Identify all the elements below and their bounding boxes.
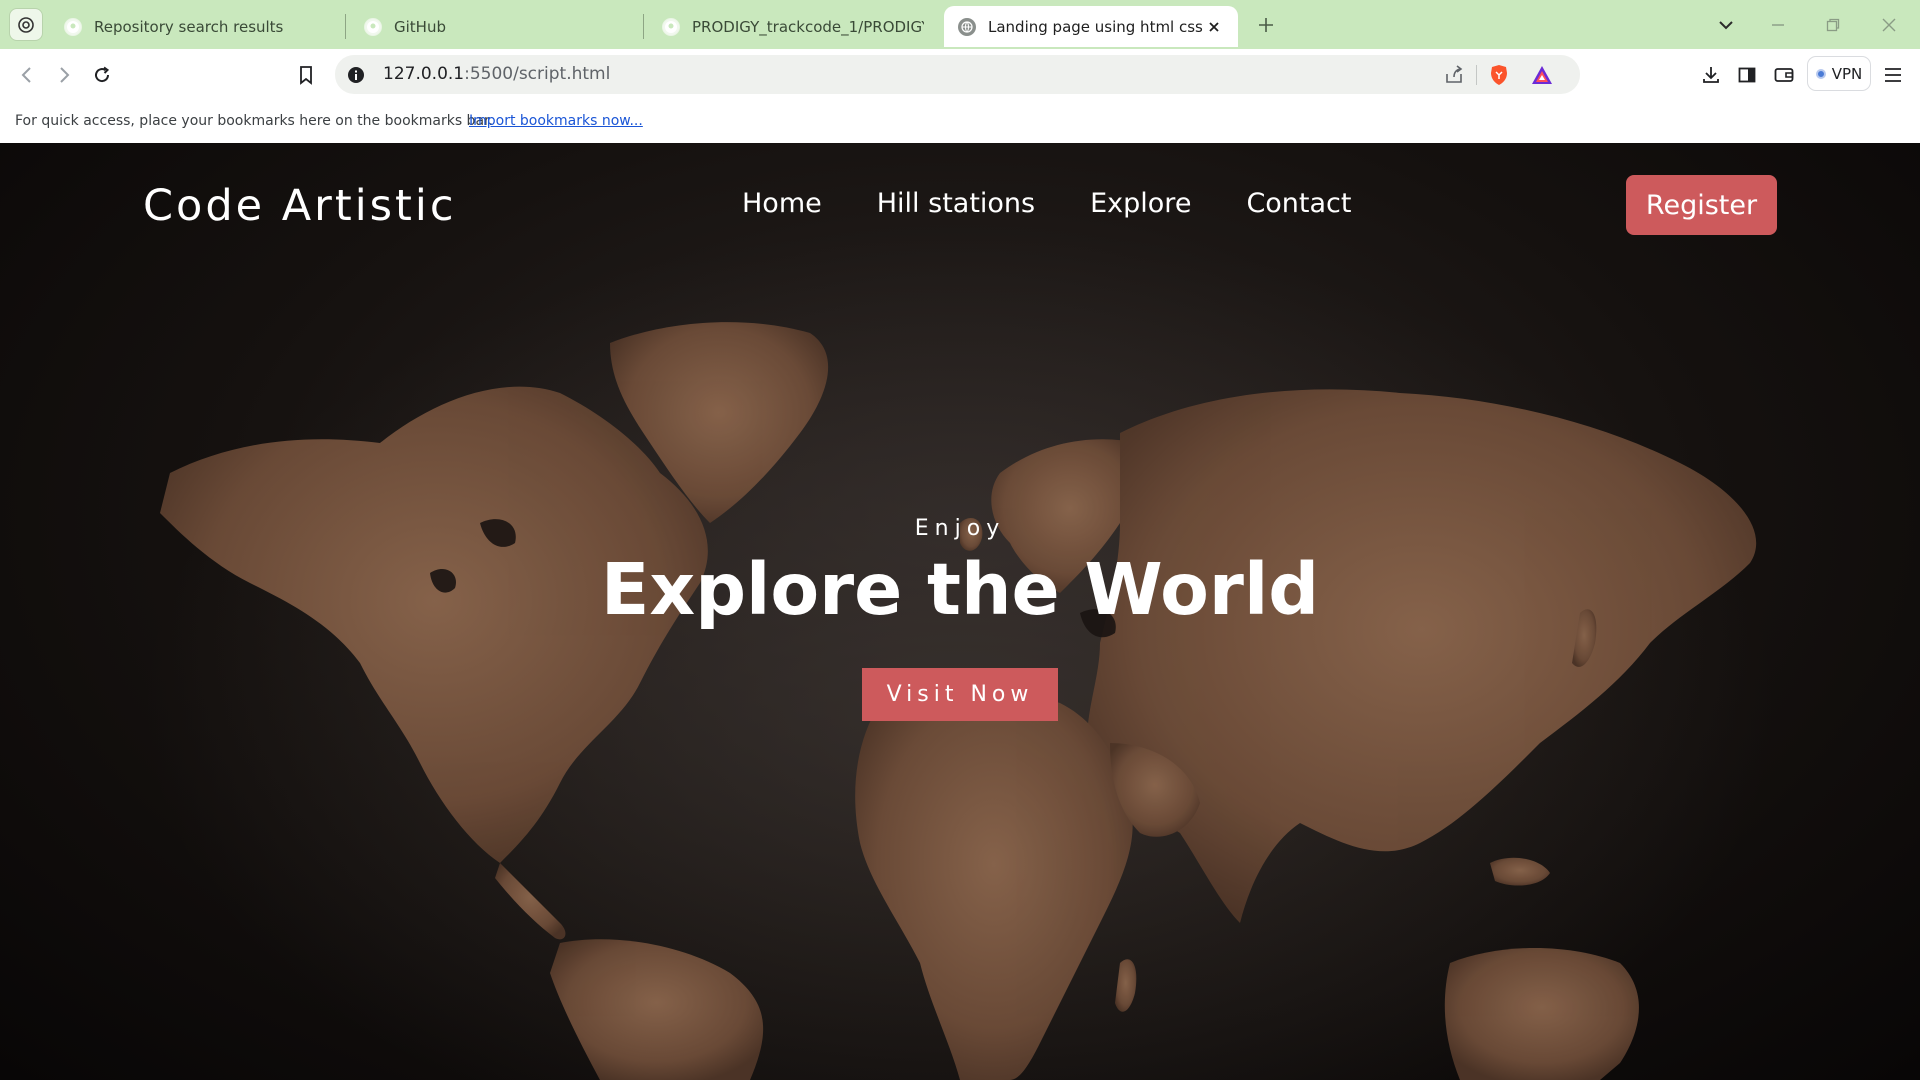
bookmarks-hint: For quick access, place your bookmarks h… (15, 113, 493, 129)
url-text[interactable]: 127.0.0.1:5500/script.html (383, 64, 610, 84)
nav-link-home[interactable]: Home (742, 188, 822, 219)
tab-separator (643, 14, 644, 39)
brave-rewards-button[interactable] (1530, 63, 1554, 87)
site-logo[interactable]: Code Artistic (143, 181, 457, 231)
download-icon (1703, 67, 1719, 83)
site-info-icon[interactable] (345, 64, 367, 86)
back-arrow-icon (21, 67, 31, 83)
back-button[interactable] (13, 61, 41, 89)
close-tab-icon[interactable] (1204, 17, 1224, 37)
tab-label: GitHub (394, 17, 446, 36)
restore-icon (1826, 18, 1840, 32)
rewards-triangle-icon (1532, 66, 1552, 84)
wallet-button[interactable] (1770, 61, 1798, 89)
hero-kicker: Enjoy (914, 516, 1006, 541)
sidebar-icon (1738, 67, 1756, 83)
hero-title: Explore the World (600, 548, 1320, 631)
tab-label: PRODIGY_trackcode_1/PRODIGY W (692, 17, 924, 36)
restore-button[interactable] (1819, 12, 1847, 38)
plus-icon (1259, 18, 1273, 32)
reload-button[interactable] (88, 61, 116, 89)
landing-page: Code Artistic Home Hill stations Explore… (0, 143, 1920, 1080)
import-bookmarks-link[interactable]: Import bookmarks now... (469, 113, 643, 129)
hamburger-menu-icon (1885, 68, 1901, 82)
downloads-button[interactable] (1697, 61, 1725, 89)
brave-lion-icon (1491, 65, 1507, 85)
nav-link-contact[interactable]: Contact (1246, 188, 1351, 219)
tab-landing-page[interactable]: Landing page using html css (944, 6, 1238, 47)
share-icon (1446, 65, 1463, 83)
url-path: :5500/script.html (464, 64, 611, 84)
new-tab-button[interactable] (1254, 13, 1278, 37)
wallet-icon (1774, 68, 1794, 82)
tab-separator (345, 14, 346, 39)
address-bar[interactable]: 127.0.0.1:5500/script.html (335, 55, 1580, 94)
tab-prodigy[interactable]: PRODIGY_trackcode_1/PRODIGY W (648, 8, 938, 45)
close-window-button[interactable] (1875, 12, 1903, 38)
globe-icon (958, 17, 976, 36)
bookmark-icon (300, 66, 312, 85)
sidebar-button[interactable] (1733, 61, 1761, 89)
vpn-status-icon (1815, 68, 1826, 79)
github-icon (64, 17, 82, 36)
nav-link-hill-stations[interactable]: Hill stations (877, 188, 1035, 219)
reload-icon (95, 66, 110, 83)
url-host: 127.0.0.1 (383, 64, 465, 84)
vpn-button[interactable]: VPN (1807, 56, 1871, 91)
visit-now-button[interactable]: Visit Now (862, 668, 1058, 721)
close-icon (1882, 18, 1896, 32)
tab-github[interactable]: GitHub (350, 8, 640, 45)
browser-toolbar: 127.0.0.1:5500/script.html VPN (0, 49, 1920, 101)
tab-label: Repository search results (94, 17, 284, 36)
vpn-label: VPN (1831, 64, 1863, 83)
register-button[interactable]: Register (1626, 175, 1777, 235)
chevron-down-icon (1719, 21, 1733, 30)
nav-link-explore[interactable]: Explore (1090, 188, 1191, 219)
github-icon (662, 17, 680, 36)
share-button[interactable] (1442, 63, 1466, 87)
brave-shields-button[interactable] (1487, 63, 1511, 87)
main-menu-button[interactable] (1879, 61, 1907, 89)
app-logo-icon (18, 16, 34, 33)
omnibox-divider (1476, 65, 1477, 85)
tab-label: Landing page using html css (988, 17, 1203, 36)
tab-list-button[interactable] (1712, 12, 1740, 38)
forward-button[interactable] (50, 61, 78, 89)
github-icon (364, 17, 382, 36)
tab-strip: Repository search results GitHub PRODIGY… (0, 0, 1920, 49)
forward-arrow-icon (60, 67, 70, 83)
minimize-icon (1772, 24, 1784, 26)
app-menu-button[interactable] (9, 8, 43, 41)
bookmark-button[interactable] (292, 61, 320, 89)
main-nav: Home Hill stations Explore Contact (742, 188, 1351, 219)
bookmarks-bar: For quick access, place your bookmarks h… (0, 101, 1920, 143)
minimize-button[interactable] (1764, 12, 1792, 38)
tab-repository-search[interactable]: Repository search results (50, 8, 340, 45)
